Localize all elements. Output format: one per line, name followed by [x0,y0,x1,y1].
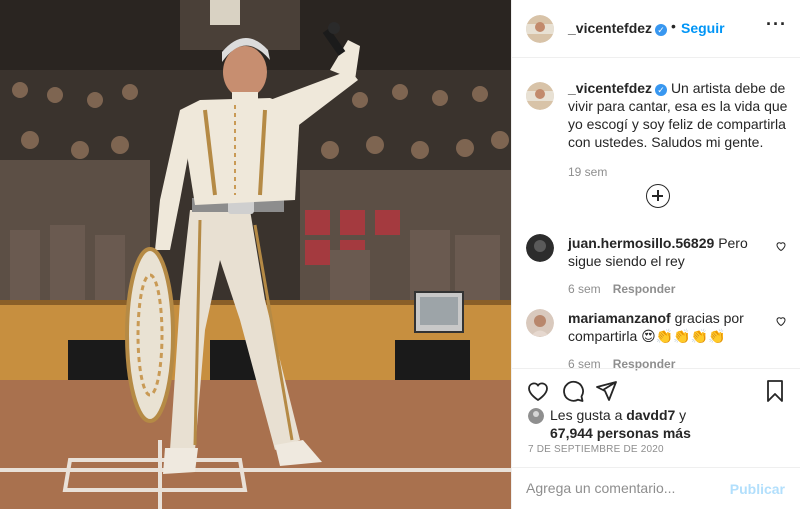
comment-item: mariamanzanof gracias por compartirla 😍👏… [526,309,791,371]
likes-prefix: Les gusta a [550,407,627,423]
comment-bubble-icon[interactable] [561,379,585,403]
comment-input[interactable] [526,480,726,496]
like-comment-heart-icon[interactable] [775,315,787,327]
likes-count[interactable]: 67,944 personas más [550,425,691,441]
separator-dot: • [671,18,676,34]
side-panel: _vicentefdez ✓ • Seguir ··· _vicentefdez ✓… [511,0,800,509]
reply-button[interactable]: Responder [613,282,676,296]
more-options-icon[interactable]: ··· [766,15,787,33]
comment-text: juan.hermosillo.56829 Pero sigue siendo … [568,234,765,270]
comment-username[interactable]: mariamanzanof [568,310,671,326]
comment-text: mariamanzanof gracias por compartirla 😍👏… [568,309,765,345]
comment-username[interactable]: juan.hermosillo.56829 [568,235,714,251]
username-text[interactable]: _vicentefdez [568,20,652,36]
caption: _vicentefdez ✓ Un artista debe de vivir p… [526,74,791,181]
avatar[interactable] [526,82,554,110]
caption-timestamp[interactable]: 19 sem [568,163,791,181]
likes-summary: Les gusta a davdd7 y 67,944 personas más [528,406,788,442]
add-comment-bar: Publicar [512,467,800,509]
liked-by-user[interactable]: davdd7 [626,407,675,423]
avatar[interactable] [528,408,544,424]
likes-conjunction: y [675,407,687,423]
save-bookmark-icon[interactable] [763,379,787,403]
comment-meta: 6 sem Responder [568,282,791,296]
post-header: _vicentefdez ✓ • Seguir ··· [512,0,800,58]
share-send-icon[interactable] [594,379,618,403]
post-photo[interactable] [0,0,511,509]
caption-text: _vicentefdez ✓ Un artista debe de vivir p… [568,74,791,181]
load-more-comments-icon[interactable] [646,184,670,208]
like-comment-heart-icon[interactable] [775,240,787,252]
avatar[interactable] [526,15,554,43]
post-dialog: _vicentefdez ✓ • Seguir ··· _vicentefdez ✓… [0,0,800,509]
follow-button[interactable]: Seguir [681,20,725,36]
avatar[interactable] [526,309,554,337]
comment-item: juan.hermosillo.56829 Pero sigue siendo … [526,234,791,296]
post-date[interactable]: 7 DE SEPTIEMBRE DE 2020 [528,444,664,455]
action-bar [512,368,800,408]
post-username[interactable]: _vicentefdez ✓ [568,20,668,36]
comment-timestamp[interactable]: 6 sem [568,282,601,296]
verified-badge-icon: ✓ [655,24,668,36]
verified-badge-icon: ✓ [655,84,668,96]
caption-username[interactable]: _vicentefdez [568,80,652,96]
like-heart-icon[interactable] [526,379,550,403]
publish-button[interactable]: Publicar [730,481,785,497]
avatar[interactable] [526,234,554,262]
likes-text: Les gusta a davdd7 y 67,944 personas más [550,406,788,442]
